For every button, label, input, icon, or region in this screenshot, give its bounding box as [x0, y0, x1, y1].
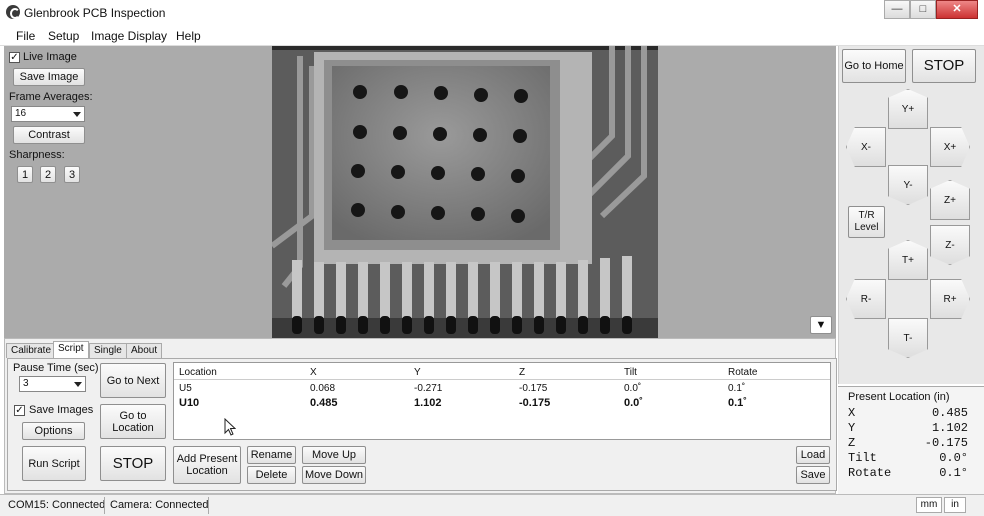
present-tilt-value: 0.0°: [939, 451, 968, 465]
xray-image: [272, 46, 658, 338]
cell-z: -0.175: [519, 397, 551, 409]
status-divider: [104, 497, 105, 514]
pause-time-select[interactable]: 3: [19, 376, 86, 392]
cell-y: 1.102: [414, 397, 442, 409]
present-rotate-value: 0.1°: [939, 466, 968, 480]
cell-tilt: 0.0˚: [624, 397, 643, 409]
location-table: Location X Y Z Tilt Rotate U5 0.068 -0.2…: [173, 362, 831, 440]
save-images-label: Save Images: [29, 404, 94, 416]
table-header: Location X Y Z Tilt Rotate: [174, 363, 830, 380]
cell-rotate: 0.1˚: [728, 397, 747, 409]
present-y-value: 1.102: [931, 421, 968, 435]
go-to-next-button[interactable]: Go to Next: [100, 363, 166, 398]
unit-in-button[interactable]: in: [944, 497, 966, 513]
live-image-label: Live Image: [23, 51, 77, 63]
unit-mm-button[interactable]: mm: [916, 497, 942, 513]
frame-averages-value: 16: [15, 108, 27, 119]
chevron-down-icon: [74, 382, 82, 387]
image-controls-panel: [4, 46, 272, 338]
save-image-button[interactable]: Save Image: [13, 68, 85, 86]
window-title: Glenbrook PCB Inspection: [24, 6, 166, 20]
save-images-checkbox[interactable]: ✓: [14, 405, 25, 416]
live-image-checkbox[interactable]: ✓: [9, 52, 20, 63]
frame-averages-label: Frame Averages:: [9, 91, 93, 103]
present-z-label: Z: [848, 436, 856, 450]
maximize-button[interactable]: □: [910, 0, 936, 19]
options-button[interactable]: Options: [22, 422, 85, 440]
tab-about[interactable]: About: [126, 343, 163, 358]
script-stop-button[interactable]: STOP: [100, 446, 166, 481]
pause-time-value: 3: [23, 378, 29, 389]
go-to-home-button[interactable]: Go to Home: [842, 49, 906, 83]
cell-location: U10: [179, 397, 200, 409]
status-bar: COM15: Connected Camera: Connected mm in: [0, 494, 984, 516]
add-present-location-button[interactable]: Add Present Location: [173, 446, 241, 484]
present-z-value: -0.175: [924, 436, 968, 450]
table-row[interactable]: U5 0.068 -0.271 -0.175 0.0˚ 0.1˚: [174, 382, 830, 396]
present-tilt-label: Tilt: [848, 451, 877, 465]
com-status: COM15: Connected: [8, 499, 106, 511]
sharpness-2-button[interactable]: 2: [40, 166, 56, 183]
cell-x: 0.485: [310, 397, 338, 409]
mouse-cursor-icon: [224, 418, 236, 436]
rename-button[interactable]: Rename: [247, 446, 296, 464]
title-bar: Glenbrook PCB Inspection — □ ✕: [0, 0, 984, 25]
col-tilt: Tilt: [624, 367, 637, 378]
col-x: X: [310, 367, 317, 378]
present-x-label: X: [848, 406, 856, 420]
sharpness-3-button[interactable]: 3: [64, 166, 80, 183]
menu-file[interactable]: File: [16, 29, 35, 43]
xray-image-view[interactable]: [272, 46, 658, 338]
menu-setup[interactable]: Setup: [48, 29, 79, 43]
go-to-location-button[interactable]: Go to Location: [100, 404, 166, 439]
image-margin-right: [658, 46, 836, 338]
cell-rotate: 0.1˚: [728, 383, 746, 394]
close-button[interactable]: ✕: [936, 0, 978, 19]
col-z: Z: [519, 367, 526, 378]
tab-calibrate[interactable]: Calibrate: [6, 343, 57, 358]
menu-help[interactable]: Help: [176, 29, 201, 43]
cell-y: -0.271: [414, 383, 443, 394]
camera-status: Camera: Connected: [110, 499, 209, 511]
cell-z: -0.175: [519, 383, 548, 394]
cell-tilt: 0.0˚: [624, 383, 642, 394]
tab-single[interactable]: Single: [89, 343, 127, 358]
expand-image-button[interactable]: ▼: [810, 316, 832, 334]
table-row[interactable]: U10 0.485 1.102 -0.175 0.0˚ 0.1˚: [174, 396, 830, 410]
pause-time-label: Pause Time (sec): [13, 362, 99, 374]
present-location-title: Present Location (in): [848, 391, 950, 403]
menu-bar: File Setup Image Display Help: [0, 25, 984, 46]
move-down-button[interactable]: Move Down: [302, 466, 366, 484]
minimize-button[interactable]: —: [884, 0, 910, 19]
present-rotate-label: Rotate: [848, 466, 892, 480]
save-script-button[interactable]: Save: [796, 466, 830, 484]
status-divider: [208, 497, 209, 514]
frame-averages-select[interactable]: 16: [11, 106, 85, 122]
present-location-panel: Present Location (in) X 0.485 Y 1.102 Z …: [838, 386, 984, 494]
col-rotate: Rotate: [728, 367, 758, 378]
present-y-label: Y: [848, 421, 856, 435]
contrast-button[interactable]: Contrast: [13, 126, 85, 144]
delete-button[interactable]: Delete: [247, 466, 296, 484]
cell-x: 0.068: [310, 383, 336, 394]
sharpness-label: Sharpness:: [9, 149, 65, 161]
present-x-value: 0.485: [931, 406, 968, 420]
col-location: Location: [179, 367, 217, 378]
tr-level-button[interactable]: T/R Level: [848, 206, 885, 238]
tab-script[interactable]: Script: [53, 341, 89, 358]
sharpness-1-button[interactable]: 1: [17, 166, 33, 183]
app-logo-icon: [6, 5, 20, 19]
move-up-button[interactable]: Move Up: [302, 446, 366, 464]
chevron-down-icon: [73, 112, 81, 117]
run-script-button[interactable]: Run Script: [22, 446, 86, 481]
cell-location: U5: [179, 383, 192, 394]
menu-image-display[interactable]: Image Display: [91, 29, 167, 43]
col-y: Y: [414, 367, 421, 378]
motion-stop-button[interactable]: STOP: [912, 49, 976, 83]
load-button[interactable]: Load: [796, 446, 830, 464]
